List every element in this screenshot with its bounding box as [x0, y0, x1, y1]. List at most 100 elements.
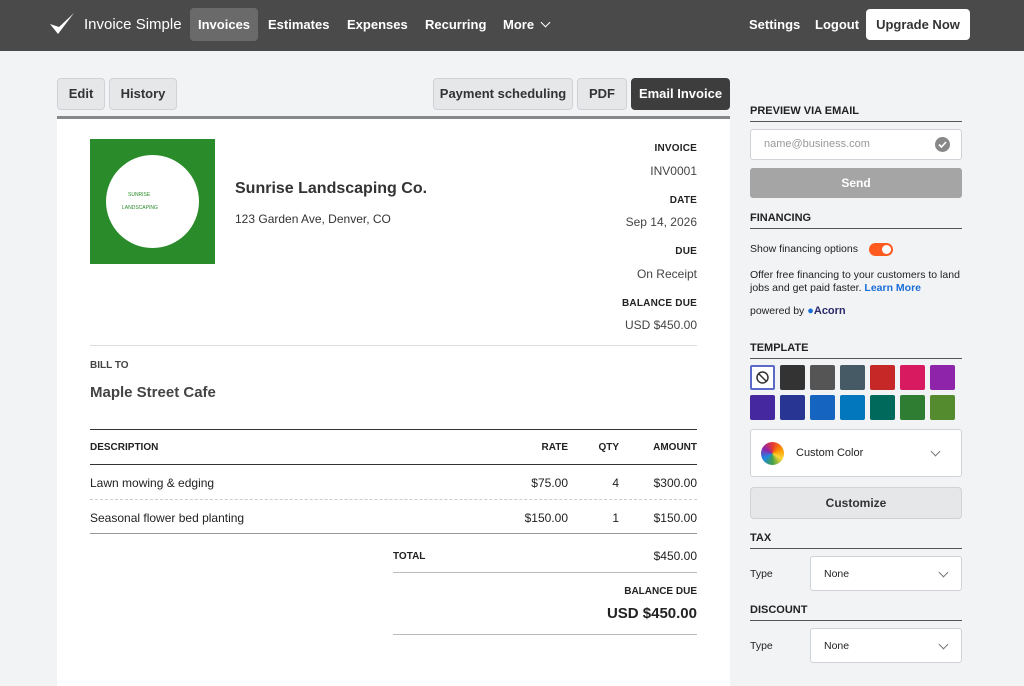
- color-swatch[interactable]: [810, 395, 835, 420]
- chevron-down-icon: [540, 17, 551, 28]
- nav-recurring[interactable]: Recurring: [425, 17, 486, 32]
- discount-type-select[interactable]: None: [810, 628, 962, 663]
- no-color-swatch[interactable]: [750, 365, 775, 390]
- nav-logout[interactable]: Logout: [815, 17, 859, 32]
- email-placeholder: name@business.com: [764, 138, 870, 150]
- acorn-logo: ●Acorn: [807, 305, 845, 317]
- balance-due-value: USD $450.00: [606, 605, 697, 622]
- balance-label: BALANCE DUE: [622, 298, 697, 309]
- no-color-icon: [756, 371, 769, 384]
- item-description: Seasonal flower bed planting: [90, 511, 245, 525]
- nav-settings[interactable]: Settings: [749, 17, 800, 32]
- checkmark-logo-icon[interactable]: [48, 11, 76, 39]
- acorn-drop-icon: ●: [807, 305, 814, 317]
- discount-title: DISCOUNT: [750, 604, 808, 616]
- check-circle-icon: [935, 137, 950, 152]
- table-top-rule: [90, 429, 697, 430]
- custom-color-select[interactable]: Custom Color: [750, 429, 962, 477]
- company-logo: SUNRISE LANDSCAPING: [90, 139, 215, 264]
- table-header-rule: [90, 464, 697, 465]
- company-address: 123 Garden Ave, Denver, CO: [235, 212, 391, 226]
- toggle-knob: [882, 245, 891, 254]
- color-swatch[interactable]: [810, 365, 835, 390]
- payment-scheduling-button[interactable]: Payment scheduling: [433, 78, 573, 110]
- tab-history[interactable]: History: [109, 78, 177, 110]
- color-swatch[interactable]: [870, 365, 895, 390]
- col-qty: QTY: [598, 442, 619, 453]
- color-swatch[interactable]: [900, 365, 925, 390]
- section-rule: [750, 548, 962, 549]
- col-description: DESCRIPTION: [90, 442, 159, 453]
- powered-by: powered by ●Acorn: [750, 305, 846, 317]
- color-swatch[interactable]: [750, 395, 775, 420]
- item-rate: $150.00: [524, 511, 568, 525]
- chevron-down-icon: [938, 639, 949, 650]
- top-nav: Invoice Simple Invoices Estimates Expens…: [0, 0, 1024, 51]
- tab-edit[interactable]: Edit: [57, 78, 105, 110]
- invoice-date: Sep 14, 2026: [625, 215, 697, 229]
- item-amount: $300.00: [653, 476, 697, 490]
- total-value: $450.00: [653, 549, 697, 563]
- color-swatch[interactable]: [780, 395, 805, 420]
- tax-type-label: Type: [750, 568, 773, 580]
- tax-title: TAX: [750, 532, 772, 544]
- bill-to-name: Maple Street Cafe: [90, 384, 216, 401]
- col-amount: AMOUNT: [653, 442, 697, 453]
- color-swatch[interactable]: [840, 365, 865, 390]
- send-button[interactable]: Send: [750, 168, 962, 198]
- financing-title: FINANCING: [750, 212, 812, 224]
- table-bottom-rule: [90, 533, 697, 534]
- section-rule: [750, 620, 962, 621]
- color-swatch[interactable]: [900, 395, 925, 420]
- preview-email-title: PREVIEW VIA EMAIL: [750, 105, 859, 117]
- customize-button[interactable]: Customize: [750, 487, 962, 519]
- item-qty: 1: [612, 511, 619, 525]
- upgrade-button[interactable]: Upgrade Now: [866, 9, 970, 40]
- bill-to-label: BILL TO: [90, 360, 129, 371]
- summary-divider: [393, 572, 697, 573]
- financing-desc-text: Offer free financing to your customers t…: [750, 269, 960, 294]
- item-description: Lawn mowing & edging: [90, 476, 215, 490]
- tax-type-select[interactable]: None: [810, 556, 962, 591]
- financing-toggle[interactable]: [869, 243, 893, 256]
- logo-circle: SUNRISE LANDSCAPING: [106, 155, 199, 248]
- acorn-text: Acorn: [813, 305, 846, 317]
- color-swatch[interactable]: [840, 395, 865, 420]
- divider: [90, 345, 697, 346]
- nav-more-label: More: [503, 17, 535, 32]
- invoice-label: INVOICE: [654, 143, 697, 154]
- color-swatch[interactable]: [870, 395, 895, 420]
- nav-estimates[interactable]: Estimates: [268, 17, 329, 32]
- date-label: DATE: [669, 195, 697, 206]
- tax-type-value: None: [824, 568, 850, 580]
- custom-color-label: Custom Color: [796, 447, 864, 459]
- template-title: TEMPLATE: [750, 342, 809, 354]
- item-qty: 4: [612, 476, 619, 490]
- balance-due-label: BALANCE DUE: [624, 586, 697, 597]
- email-field[interactable]: name@business.com: [750, 129, 962, 160]
- total-label: TOTAL: [393, 551, 426, 562]
- nav-more[interactable]: More: [503, 17, 551, 32]
- color-swatch[interactable]: [930, 395, 955, 420]
- due-value: On Receipt: [636, 267, 697, 281]
- color-swatch[interactable]: [930, 365, 955, 390]
- item-amount: $150.00: [653, 511, 697, 525]
- pdf-button[interactable]: PDF: [577, 78, 627, 110]
- chevron-down-icon: [930, 446, 941, 457]
- section-rule: [750, 121, 962, 122]
- invoice-number: INV0001: [650, 164, 697, 178]
- nav-expenses[interactable]: Expenses: [347, 17, 408, 32]
- balance-value: USD $450.00: [624, 318, 697, 332]
- discount-type-value: None: [824, 640, 850, 652]
- section-rule: [750, 358, 962, 359]
- brand-name[interactable]: Invoice Simple: [84, 16, 182, 33]
- logo-text-line2: LANDSCAPING: [122, 205, 158, 211]
- powered-by-text: powered by: [750, 305, 805, 317]
- email-invoice-button[interactable]: Email Invoice: [631, 78, 730, 110]
- due-label: DUE: [675, 246, 697, 257]
- nav-invoices[interactable]: Invoices: [190, 8, 259, 41]
- learn-more-link[interactable]: Learn More: [864, 282, 921, 294]
- color-swatch[interactable]: [780, 365, 805, 390]
- logo-text-line1: SUNRISE: [128, 192, 151, 198]
- row-divider: [90, 499, 697, 500]
